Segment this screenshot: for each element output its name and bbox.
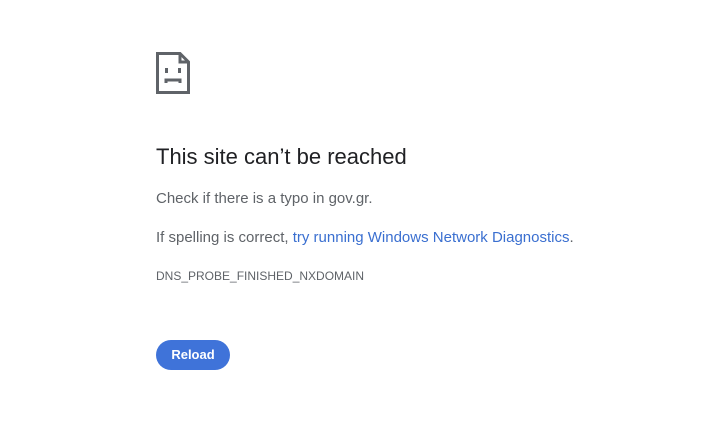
typo-hint-text: Check if there is a typo in gov.gr. xyxy=(156,190,373,207)
sad-page-icon xyxy=(156,52,190,94)
reload-button[interactable]: Reload xyxy=(156,340,230,370)
network-diagnostics-link[interactable]: try running Windows Network Diagnostics xyxy=(293,229,570,246)
diagnostics-hint-prefix: If spelling is correct, xyxy=(156,229,293,246)
diagnostics-hint: If spelling is correct, try running Wind… xyxy=(156,228,574,248)
error-code: DNS_PROBE_FINISHED_NXDOMAIN xyxy=(156,269,365,283)
diagnostics-hint-suffix: . xyxy=(569,229,574,246)
page-title: This site can’t be reached xyxy=(156,144,407,169)
